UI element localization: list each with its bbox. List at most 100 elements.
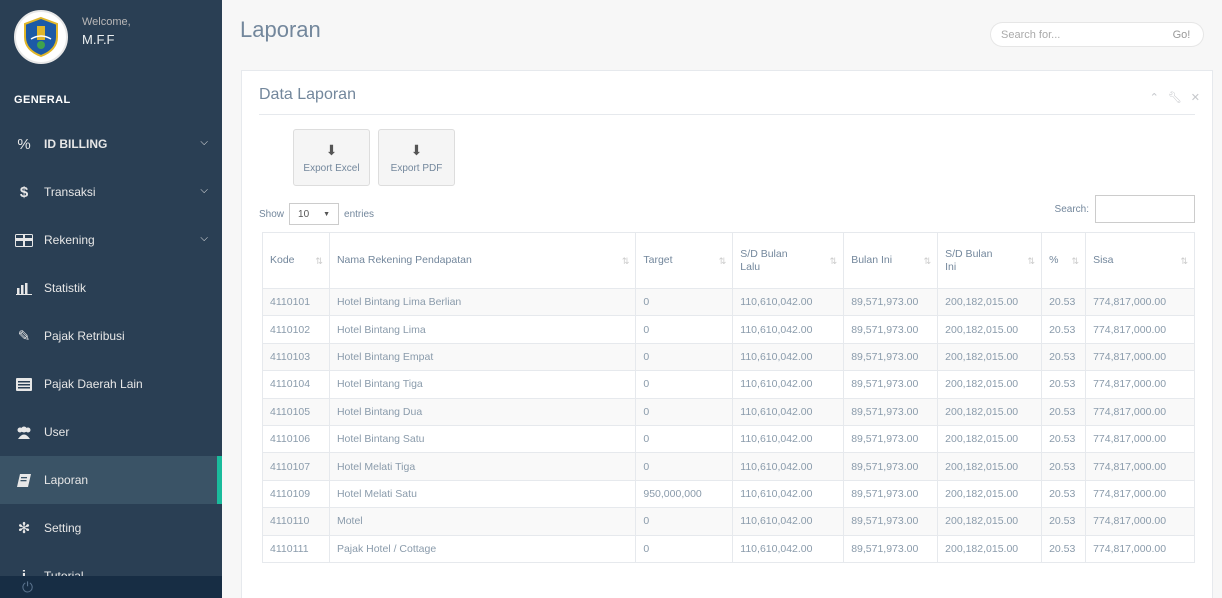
column-header-sisa[interactable]: Sisa ⇅ — [1085, 232, 1195, 289]
sidebar-item-pajak-retribusi[interactable]: ✎ Pajak Retribusi — [0, 312, 222, 360]
top-search: Go! — [990, 22, 1204, 47]
cell-sisa: 774,817,000.00 — [1085, 479, 1195, 509]
panel-divider — [259, 114, 1195, 115]
sidebar-item-pajak-daerah-lain[interactable]: Pajak Daerah Lain — [0, 360, 222, 408]
column-header-kode[interactable]: Kode ⇅ — [262, 232, 330, 289]
sidebar-item-user[interactable]: User — [0, 408, 222, 456]
table-row: 4110104 Hotel Bintang Tiga 0 110,610,042.00… — [262, 370, 1195, 399]
table-row: 4110107 Hotel Melati Tiga 0 110,610,042.00 8… — [262, 452, 1195, 481]
cell-bulan-ini: 89,571,973.00 — [843, 424, 939, 454]
cell-bulan-ini: 89,571,973.00 — [843, 342, 939, 372]
table-search-input[interactable] — [1095, 195, 1195, 223]
collapse-icon[interactable]: ⌃ — [1150, 91, 1159, 104]
cell-kode: 4110109 — [262, 479, 330, 509]
sort-icon: ⇅ — [621, 256, 630, 266]
cell-nama: Hotel Bintang Lima Berlian — [328, 287, 637, 317]
sort-icon: ⇅ — [829, 256, 838, 266]
sidebar-menu: % ID BILLING ⌵ $ Transaksi ⌵ Rekening ⌵ … — [0, 120, 222, 598]
wrench-icon[interactable]: 🔧︎ — [1168, 91, 1182, 104]
cell-sd-bulan-ini: 200,182,015.00 — [937, 397, 1043, 426]
export-excel-label: Export Excel — [303, 162, 360, 174]
cell-target: 0 — [635, 507, 734, 536]
column-header-sd-bulan-ini[interactable]: S/D Bulan Ini ⇅ — [937, 232, 1043, 289]
table-body: 4110101 Hotel Bintang Lima Berlian 0 110,61… — [262, 287, 1195, 563]
cell-sd-bulan-ini: 200,182,015.00 — [937, 479, 1043, 509]
cell-target: 0 — [635, 424, 734, 454]
sidebar-item-transaksi[interactable]: $ Transaksi ⌵ — [0, 168, 222, 216]
cell-sd-bulan-ini: 200,182,015.00 — [937, 370, 1043, 399]
entries-select[interactable]: 10 ▼ — [289, 203, 340, 225]
cell-sisa: 774,817,000.00 — [1085, 452, 1195, 481]
report-table: Kode ⇅ Nama Rekening Pendapatan ⇅ Target ⇅ … — [262, 232, 1195, 563]
profile: Welcome, M.F.F — [0, 0, 222, 82]
sidebar-item-label: Setting — [44, 521, 82, 535]
cell-bulan-ini: 89,571,973.00 — [843, 507, 939, 536]
percent-icon: % — [17, 135, 31, 153]
logout-button[interactable]: ⏻ — [0, 576, 55, 598]
cell-sd-bulan-ini: 200,182,015.00 — [937, 342, 1043, 372]
cell-sd-bulan-lalu: 110,610,042.00 — [732, 287, 845, 317]
table-search-label: Search: — [1054, 203, 1089, 215]
table-row: 4110105 Hotel Bintang Dua 0 110,610,042.00 8… — [262, 397, 1195, 426]
cell-sisa: 774,817,000.00 — [1085, 370, 1195, 399]
sort-icon: ⇅ — [1071, 256, 1080, 266]
table-row: 4110110 Motel 0 110,610,042.00 89,571,973.00… — [262, 507, 1195, 536]
cell-nama: Hotel Bintang Dua — [328, 397, 637, 426]
cell-percent: 20.53 — [1041, 424, 1087, 454]
column-header-percent[interactable]: % ⇅ — [1041, 232, 1087, 289]
caret-down-icon: ▼ — [323, 210, 331, 218]
column-header-nama[interactable]: Nama Rekening Pendapatan ⇅ — [328, 232, 637, 289]
sidebar-item-statistik[interactable]: Statistik — [0, 264, 222, 312]
table-row: 4110111 Pajak Hotel / Cottage 0 110,610,042… — [262, 534, 1195, 563]
close-icon[interactable]: ✕ — [1191, 91, 1200, 104]
chevron-down-icon: ⌵ — [200, 233, 208, 244]
sort-icon: ⇅ — [1180, 256, 1188, 266]
export-excel-button[interactable]: ⬇ Export Excel — [293, 129, 370, 186]
sidebar-item-setting[interactable]: ✻ Setting — [0, 504, 222, 552]
search-input[interactable] — [990, 22, 1160, 47]
cell-nama: Hotel Melati Tiga — [328, 452, 637, 481]
book-icon — [14, 473, 34, 487]
cell-target: 0 — [635, 315, 734, 344]
cell-sd-bulan-lalu: 110,610,042.00 — [732, 534, 845, 563]
cell-percent: 20.53 — [1041, 534, 1087, 563]
panel-toolbox: ⌃ 🔧︎ ✕ — [1150, 91, 1200, 104]
cell-sisa: 774,817,000.00 — [1085, 287, 1195, 317]
cell-target: 0 — [635, 452, 734, 481]
cell-sd-bulan-ini: 200,182,015.00 — [937, 534, 1043, 563]
cell-kode: 4110104 — [262, 370, 330, 399]
sort-icon: ⇅ — [1027, 256, 1036, 266]
cell-bulan-ini: 89,571,973.00 — [843, 534, 939, 563]
cell-bulan-ini: 89,571,973.00 — [843, 287, 939, 317]
cell-target: 950,000,000 — [635, 479, 734, 509]
cell-nama: Pajak Hotel / Cottage — [328, 534, 637, 563]
table-row: 4110109 Hotel Melati Satu 950,000,000 110,6… — [262, 479, 1195, 509]
cell-nama: Hotel Bintang Tiga — [328, 370, 637, 399]
column-header-sd-bulan-lalu[interactable]: S/D Bulan Lalu ⇅ — [732, 232, 845, 289]
cell-sisa: 774,817,000.00 — [1085, 315, 1195, 344]
go-button[interactable]: Go! — [1160, 22, 1204, 47]
cell-sisa: 774,817,000.00 — [1085, 534, 1195, 563]
cell-kode: 4110110 — [262, 507, 330, 536]
table-header-row: Kode ⇅ Nama Rekening Pendapatan ⇅ Target ⇅ … — [262, 232, 1195, 289]
sidebar-item-label: ID BILLING — [44, 137, 108, 151]
show-label: Show — [259, 208, 285, 220]
sidebar-item-rekening[interactable]: Rekening ⌵ — [0, 216, 222, 264]
entries-value: 10 — [298, 208, 310, 220]
cell-kode: 4110111 — [262, 534, 330, 563]
sidebar-item-id-billing[interactable]: % ID BILLING ⌵ — [0, 120, 222, 168]
export-pdf-button[interactable]: ⬇ Export PDF — [378, 129, 455, 186]
dollar-icon: $ — [19, 183, 29, 201]
cell-sd-bulan-lalu: 110,610,042.00 — [732, 397, 845, 426]
cell-bulan-ini: 89,571,973.00 — [843, 397, 939, 426]
sort-icon: ⇅ — [315, 256, 323, 266]
cell-target: 0 — [635, 370, 734, 399]
cell-percent: 20.53 — [1041, 452, 1087, 481]
cell-sd-bulan-lalu: 110,610,042.00 — [732, 370, 845, 399]
sort-icon: ⇅ — [923, 256, 932, 266]
column-header-target[interactable]: Target ⇅ — [635, 232, 734, 289]
sidebar-item-label: Pajak Daerah Lain — [44, 377, 143, 391]
column-header-bulan-ini[interactable]: Bulan Ini ⇅ — [843, 232, 939, 289]
sidebar-item-laporan[interactable]: Laporan — [0, 456, 222, 504]
table-search: Search: — [1055, 195, 1195, 223]
